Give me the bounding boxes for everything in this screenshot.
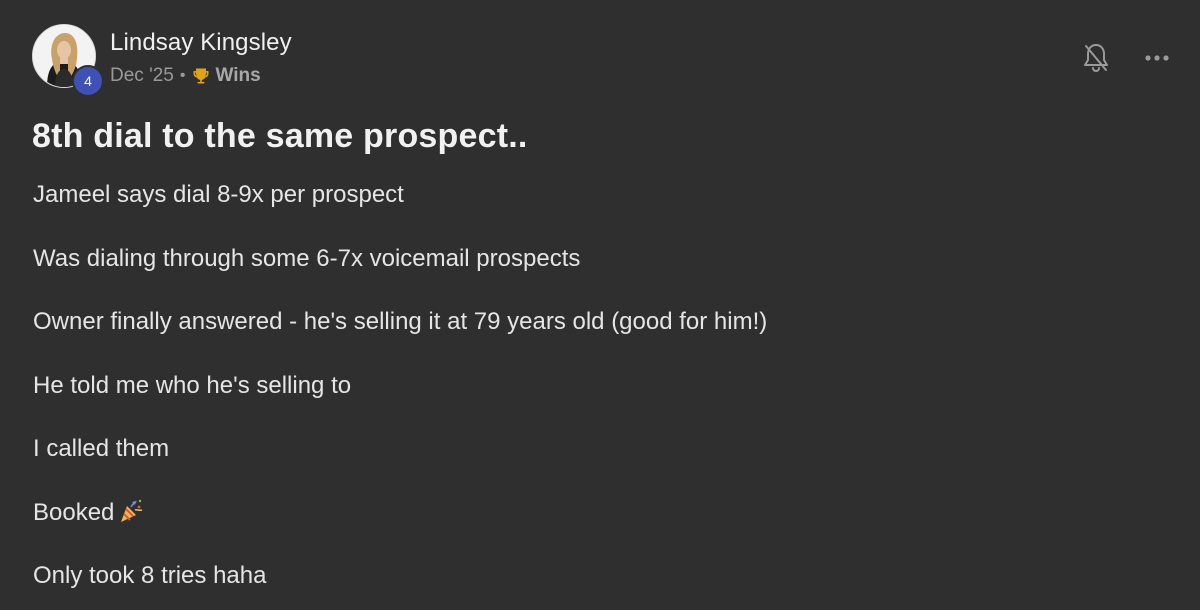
post-paragraph-booked: Booked [33, 494, 1133, 558]
post-paragraph: I called them [33, 435, 170, 462]
post-paragraph: He told me who he's selling to [33, 371, 352, 399]
booked-text: Booked [33, 498, 115, 526]
author-avatar-wrap[interactable]: 4 [32, 24, 102, 95]
post-actions [1082, 42, 1170, 74]
author-name[interactable]: Lindsay Kingsley [110, 28, 292, 58]
bell-off-icon[interactable] [1082, 42, 1110, 74]
category-link[interactable]: Wins [215, 64, 260, 88]
trophy-icon [193, 68, 209, 84]
post-card: 4 Lindsay Kingsley Dec '25 • Wins 8th di… [0, 0, 1200, 610]
level-badge: 4 [74, 67, 102, 95]
post-submeta: Dec '25 • Wins [110, 64, 292, 88]
post-paragraph: Only took 8 tries haha [33, 562, 267, 589]
post-paragraph: Owner finally answered - he's selling it… [33, 308, 768, 335]
post-meta: Lindsay Kingsley Dec '25 • Wins [110, 24, 292, 88]
post-date[interactable]: Dec '25 [110, 64, 174, 88]
post-title: 8th dial to the same prospect.. [32, 117, 528, 155]
more-horizontal-icon[interactable] [1144, 53, 1170, 63]
party-popper-icon [121, 499, 143, 522]
post-paragraph: Jameel says dial 8-9x per prospect [33, 181, 404, 208]
post-body: Jameel says dial 8-9x per prospect Was d… [33, 176, 1133, 610]
post-paragraph: Was dialing through some 6-7x voicemail … [33, 244, 581, 272]
meta-separator: • [179, 67, 186, 84]
post-header: 4 Lindsay Kingsley Dec '25 • Wins [32, 24, 292, 95]
